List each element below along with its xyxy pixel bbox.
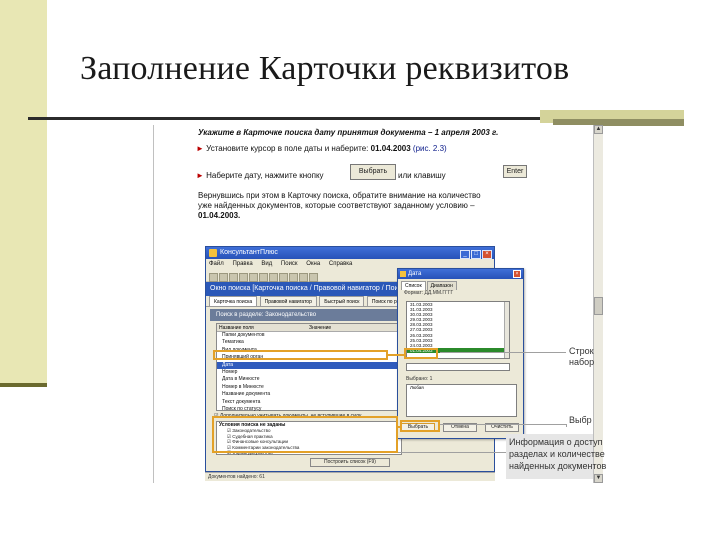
search-fields-list: Название поля Значение Папки документов Т… xyxy=(216,323,402,412)
field-row-minjust-date[interactable]: Дата в Минюсте xyxy=(217,376,401,383)
callout-bottom-line-3: найденных документов xyxy=(509,461,607,471)
column-field-name: Название поля xyxy=(219,325,254,331)
figure-reference-link[interactable]: (рис. 2.3) xyxy=(413,144,447,153)
toolbar-bookmark-icon[interactable] xyxy=(289,273,298,282)
instruction-line-3-middle: или клавишу xyxy=(398,171,446,180)
instruction-line-5: уже найденных документов, которые соотве… xyxy=(198,201,475,210)
toolbar-list-icon[interactable] xyxy=(279,273,288,282)
callout-middle: Выбр xyxy=(569,415,592,425)
date-field-highlight xyxy=(213,350,388,360)
toolbar-filter-icon[interactable] xyxy=(269,273,278,282)
menu-search[interactable]: Поиск xyxy=(281,261,298,267)
toolbar-back-icon[interactable] xyxy=(209,273,218,282)
instruction-line-4: Вернувшись при этом в Карточку поиска, о… xyxy=(198,191,481,200)
field-row-doc-text[interactable]: Текст документа xyxy=(217,399,401,406)
tab-date-range[interactable]: Диапазон xyxy=(426,281,457,290)
window-controls: _ □ × xyxy=(459,248,492,260)
toolbar-print-icon[interactable] xyxy=(239,273,248,282)
instruction-line-6: 01.04.2003. xyxy=(198,211,241,220)
menu-help[interactable]: Справка xyxy=(329,261,353,267)
build-list-button[interactable]: Построить список (F9) xyxy=(310,458,390,467)
toolbar-help-icon[interactable] xyxy=(309,273,318,282)
field-row-number[interactable]: Номер xyxy=(217,369,401,376)
toolbar-home-icon[interactable] xyxy=(229,273,238,282)
callout-line-bottom xyxy=(398,452,506,453)
date-format-label: Формат: ДД.ММ.ГГГГ xyxy=(404,290,454,296)
dialog-icon xyxy=(400,271,406,277)
date-value-highlight xyxy=(404,348,438,359)
field-row-folders[interactable]: Папки документов xyxy=(217,332,401,339)
fields-list-header: Название поля Значение xyxy=(217,324,401,332)
select-button-sample[interactable]: Выбрать xyxy=(350,164,396,180)
bullet-icon: ► xyxy=(196,144,204,153)
app-title: КонсультантПлюс xyxy=(220,249,278,256)
callout-bottom-line-2: разделах и количестве xyxy=(509,449,605,459)
callout-bottom-line-1: Информация о доступ xyxy=(509,437,603,447)
menu-view[interactable]: Вид xyxy=(261,261,272,267)
title-underline xyxy=(28,117,548,120)
date-connector-line xyxy=(388,354,404,356)
page-scrollbar[interactable]: ▲ ▼ xyxy=(593,125,603,483)
scroll-down-icon[interactable]: ▼ xyxy=(594,474,603,483)
left-accent-bar xyxy=(0,0,47,383)
app-logo-icon xyxy=(209,249,217,257)
tab-legal-navigator[interactable]: Правовой навигатор xyxy=(259,296,317,306)
close-icon[interactable]: × xyxy=(482,250,492,259)
callout-line-middle xyxy=(440,424,566,425)
date-dialog-title: Дата xyxy=(408,271,422,277)
column-value: Значение xyxy=(309,325,332,331)
app-title-bar: КонсультантПлюс _ □ × xyxy=(206,247,494,259)
status-bar: Документов найдено: 61 xyxy=(205,472,495,481)
menu-file[interactable]: Файл xyxy=(209,261,224,267)
date-input-field[interactable] xyxy=(406,363,510,371)
tab-search-card[interactable]: Карточка поиска xyxy=(209,296,258,306)
field-row-minjust-number[interactable]: Номер в Минюсте xyxy=(217,384,401,391)
results-highlight xyxy=(212,416,398,453)
enter-key-sample[interactable]: Enter xyxy=(503,165,527,178)
field-row-doc-name[interactable]: Название документа xyxy=(217,391,401,398)
maximize-icon[interactable]: □ xyxy=(471,250,481,259)
instruction-line-3: ► Наберите дату, нажмите кнопку xyxy=(196,171,324,181)
date-dialog-title-bar: Дата × xyxy=(398,269,523,279)
instruction-line-3-text: Наберите дату, нажмите кнопку xyxy=(206,171,324,180)
callout-top-line-2: набор xyxy=(569,357,595,367)
instruction-line-2-text: Установите курсор в поле даты и наберите… xyxy=(206,144,369,153)
menu-windows[interactable]: Окна xyxy=(306,261,320,267)
tab-quick-search[interactable]: Быстрый поиск xyxy=(319,296,365,306)
callout-tick xyxy=(566,424,567,427)
dialog-close-icon[interactable]: × xyxy=(513,270,521,278)
date-dialog-tabs: Список Диапазон xyxy=(398,281,523,290)
field-row-topic[interactable]: Тематика xyxy=(217,339,401,346)
date-list-scrollbar[interactable] xyxy=(504,302,509,358)
selected-date-item[interactable]: Любая xyxy=(407,385,516,391)
toolbar-search-icon[interactable] xyxy=(259,273,268,282)
menu-edit[interactable]: Правка xyxy=(232,261,252,267)
instruction-line-1: Укажите в Карточке поиска дату принятия … xyxy=(198,128,499,137)
slide-title: Заполнение Карточки реквизитов xyxy=(80,50,570,87)
instruction-line-2: ► Установите курсор в поле даты и набери… xyxy=(196,144,447,154)
callout-top-line-1: Строк xyxy=(569,346,594,356)
toolbar-forward-icon[interactable] xyxy=(219,273,228,282)
select-button-highlight xyxy=(400,420,440,432)
left-accent-bar-base xyxy=(0,383,47,387)
minimize-icon[interactable]: _ xyxy=(460,250,470,259)
callout-line-top xyxy=(440,352,566,353)
toolbar-save-icon[interactable] xyxy=(249,273,258,282)
selected-count-label: Выбрано: 1 xyxy=(406,376,433,382)
bullet-icon: ► xyxy=(196,171,204,180)
toolbar-folder-icon[interactable] xyxy=(299,273,308,282)
tab-date-list[interactable]: Список xyxy=(401,281,426,290)
field-row-date[interactable]: Дата xyxy=(217,361,401,369)
scroll-up-icon[interactable]: ▲ xyxy=(594,125,603,134)
instruction-line-2-value: 01.04.2003 xyxy=(370,144,411,153)
selected-dates-list: Любая xyxy=(406,384,517,417)
scroll-thumb[interactable] xyxy=(594,297,603,315)
